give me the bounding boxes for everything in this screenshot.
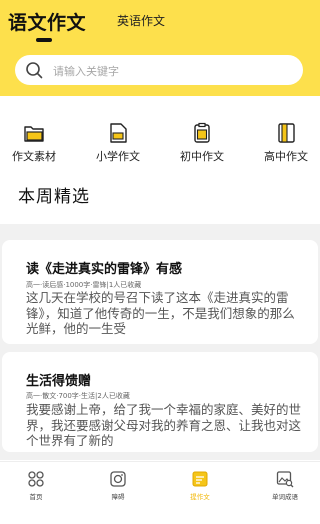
nav-words-idioms[interactable]: 单词成语 [253,462,317,524]
nav-obstacle[interactable]: 障碍 [86,462,150,524]
article-card[interactable]: 生活得馈赠 高一·散文·700字·生活|2人已收藏 我要感谢上帝，给了我一个幸福… [2,352,318,452]
tab-chinese-essay[interactable]: 语文作文 [8,8,86,35]
folder-icon [24,126,44,142]
category-primary[interactable]: 小学作文 [88,122,148,170]
article-title: 读《走进真实的雷锋》有感 [26,262,183,277]
category-label: 小学作文 [96,150,140,163]
article-meta: 高一·散文·700字·生活|2人已收藏 [26,392,130,400]
nav-write-essay[interactable]: 提作文 [168,462,232,524]
active-tab-indicator [36,38,52,42]
camera-icon [110,471,126,487]
article-meta: 高一·读后感·1000字·雷锋|1人已收藏 [26,281,142,289]
nav-label: 提作文 [190,493,210,501]
header: 语文作文 英语作文 请输入关键字 [0,0,320,96]
search-icon [26,62,43,79]
image-search-icon [276,471,294,488]
tab-english-essay[interactable]: 英语作文 [117,12,165,29]
nav-home[interactable]: 首页 [4,462,68,524]
document-icon [110,123,127,143]
article-title: 生活得馈赠 [26,374,92,389]
section-title: 本周精选 [18,187,90,207]
category-senior[interactable]: 高中作文 [256,122,316,170]
article-excerpt: 我要感谢上帝，给了我一个幸福的家庭、美好的世界，我还要感谢父母对我的养育之恩、让… [26,402,302,448]
book-icon [278,123,295,143]
nav-label: 首页 [29,493,43,501]
category-label: 作文素材 [12,150,56,163]
category-label: 初中作文 [180,150,224,163]
search-input[interactable]: 请输入关键字 [15,55,303,85]
bottom-nav: 首页 障碍 提作文 单词成语 [0,461,320,524]
category-junior[interactable]: 初中作文 [172,122,232,170]
category-materials[interactable]: 作文素材 [4,122,64,170]
article-card[interactable]: 读《走进真实的雷锋》有感 高一·读后感·1000字·雷锋|1人已收藏 这几天在学… [2,240,318,344]
grid-icon [28,471,44,487]
category-label: 高中作文 [264,150,308,163]
clipboard-icon [194,122,210,143]
edit-icon [192,471,208,487]
nav-label: 单词成语 [272,493,298,501]
search-placeholder: 请输入关键字 [53,65,119,78]
nav-label: 障碍 [111,493,125,501]
article-excerpt: 这几天在学校的号召下读了这本《走进真实的雷锋》，知道了他传奇的一生，不是我们想象… [26,290,295,336]
